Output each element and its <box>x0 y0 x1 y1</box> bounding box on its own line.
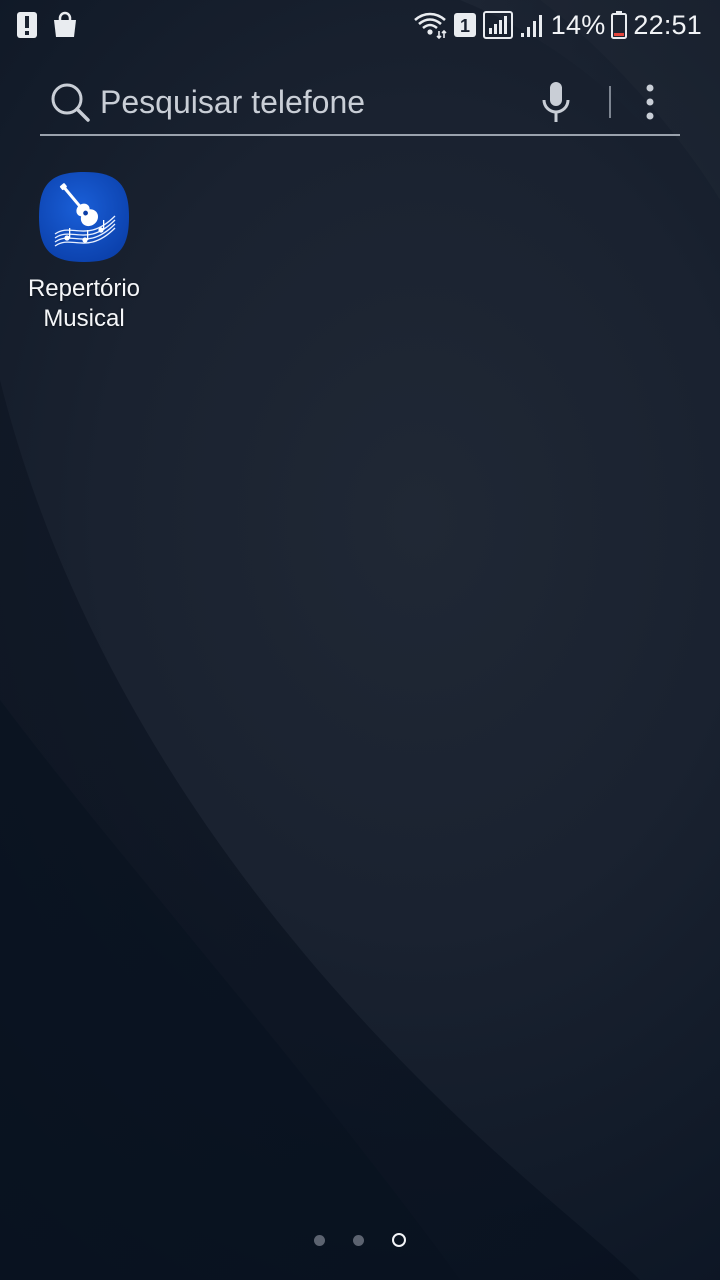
microphone-icon[interactable] <box>540 80 572 124</box>
battery-icon <box>611 11 628 39</box>
signal-2-icon <box>519 11 545 39</box>
search-divider <box>609 86 611 118</box>
app-label-line-1: Repertório <box>27 275 141 302</box>
sim-number: 1 <box>460 16 470 36</box>
more-options-icon[interactable] <box>638 82 662 122</box>
sim-1-icon: 1 <box>453 12 477 38</box>
search-input[interactable]: Pesquisar telefone <box>100 84 365 121</box>
page-dot-3[interactable] <box>392 1233 406 1247</box>
shopping-bag-icon <box>52 11 78 39</box>
page-indicator <box>0 1228 720 1252</box>
alert-icon <box>16 11 38 39</box>
battery-percent: 14% <box>550 9 606 40</box>
page-dot-1[interactable] <box>314 1234 325 1246</box>
status-bar: 1 14% 22:51 <box>0 0 720 50</box>
wifi-icon <box>413 11 447 39</box>
notification-area <box>16 8 78 42</box>
app-repertorio-musical[interactable]: Repertório Musical <box>14 170 154 334</box>
page-dot-2[interactable] <box>353 1234 364 1246</box>
clock: 22:51 <box>633 9 702 40</box>
guitar-music-notes-icon[interactable] <box>37 170 131 264</box>
app-label: Repertório Musical <box>14 274 154 334</box>
signal-icon <box>482 11 513 39</box>
search-bar[interactable]: Pesquisar telefone <box>40 72 680 136</box>
app-label-line-2: Musical <box>43 305 125 332</box>
system-status-area: 1 14% 22:51 <box>413 8 702 42</box>
search-icon[interactable] <box>50 82 92 124</box>
